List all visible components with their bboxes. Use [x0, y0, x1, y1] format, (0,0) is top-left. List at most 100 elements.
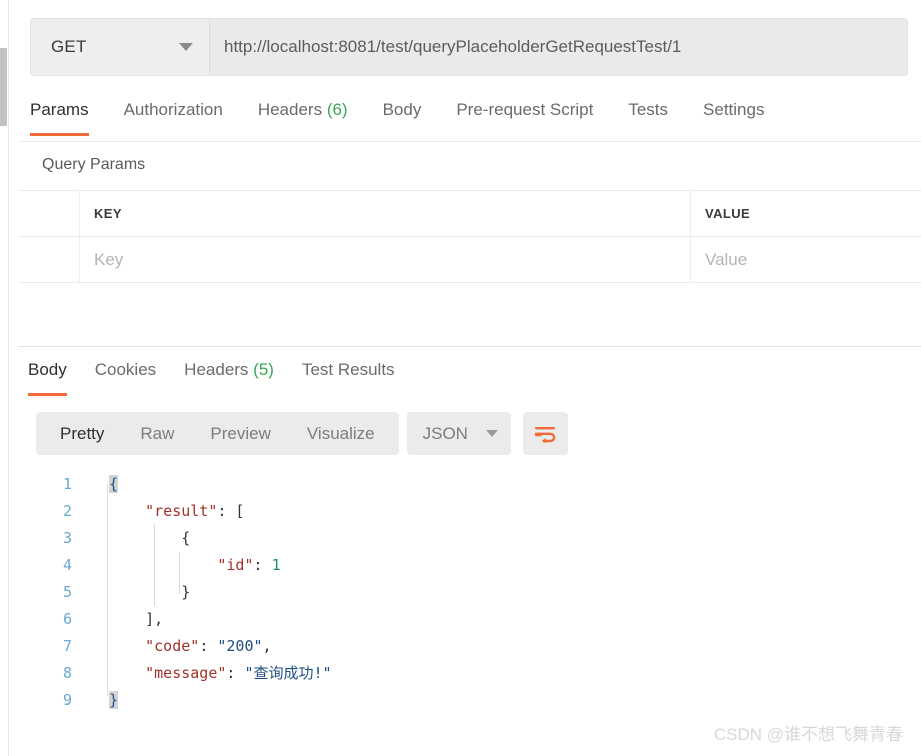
- header-value-cell: VALUE: [691, 191, 921, 236]
- tab-pre-request-script-label: Pre-request Script: [456, 100, 594, 119]
- word-wrap-button[interactable]: [522, 412, 568, 455]
- response-tab-test-results[interactable]: Test Results: [302, 358, 395, 396]
- line-number: 5: [62, 582, 72, 601]
- code-line-text: "message": "查询成功!": [86, 662, 332, 683]
- tab-params-label: Params: [30, 100, 89, 119]
- tab-params[interactable]: Params: [30, 98, 89, 136]
- json-punct: {: [181, 528, 191, 547]
- response-tab-headers[interactable]: Headers (5): [184, 358, 274, 396]
- code-line-text: "code": "200",: [86, 636, 272, 655]
- request-tab-bar: Params Authorization Headers (6) Body Pr…: [30, 98, 921, 142]
- param-value-input[interactable]: Value: [691, 237, 921, 282]
- tab-headers[interactable]: Headers (6): [258, 98, 348, 136]
- code-line-text: "id": 1: [86, 555, 281, 574]
- response-tab-body-label: Body: [28, 360, 67, 379]
- code-line-text: ],: [86, 610, 163, 628]
- params-spacer: [18, 285, 921, 345]
- column-header-key: KEY: [94, 206, 122, 221]
- code-line-text: "result": [: [86, 502, 244, 520]
- header-key-cell: KEY: [80, 191, 691, 236]
- tab-settings[interactable]: Settings: [703, 98, 764, 136]
- line-number: 7: [62, 636, 72, 655]
- param-value-placeholder: Value: [705, 249, 748, 269]
- response-tab-test-results-label: Test Results: [301, 360, 395, 379]
- tab-settings-label: Settings: [703, 100, 765, 119]
- table-header-row: KEY VALUE: [18, 190, 921, 236]
- tab-pre-request-script[interactable]: Pre-request Script: [456, 98, 593, 136]
- word-wrap-icon: [534, 426, 556, 443]
- code-line-text: }: [86, 583, 190, 601]
- response-section-divider: [18, 346, 921, 347]
- response-language-label: JSON: [422, 423, 468, 443]
- response-body-code-viewer[interactable]: 1 { 2 "result": [ 3 { 4 "id": 1 5 } 6 ],: [36, 470, 916, 713]
- json-punct: :: [199, 636, 218, 655]
- http-method-select[interactable]: GET: [30, 18, 210, 76]
- code-line: 8 "message": "查询成功!": [36, 659, 916, 686]
- json-string: "查询成功!": [244, 664, 332, 682]
- param-key-input[interactable]: Key: [80, 237, 691, 282]
- table-row[interactable]: Key Value: [18, 236, 921, 283]
- line-number: 6: [62, 609, 72, 628]
- header-checkbox-cell: [18, 191, 80, 236]
- format-visualize-button[interactable]: Visualize: [289, 424, 393, 444]
- column-header-value: VALUE: [705, 206, 751, 221]
- format-pretty-button[interactable]: Pretty: [42, 424, 122, 444]
- response-format-toolbar: Pretty Raw Preview Visualize JSON: [36, 412, 568, 455]
- json-key: "result": [145, 501, 218, 520]
- tab-body[interactable]: Body: [383, 98, 422, 136]
- format-raw-button[interactable]: Raw: [122, 424, 192, 444]
- json-punct: }: [181, 582, 191, 601]
- code-line: 1 {: [36, 470, 916, 497]
- code-line: 3 {: [36, 524, 916, 551]
- watermark: CSDN @谁不想飞舞青春: [713, 725, 903, 744]
- code-line: 2 "result": [: [36, 497, 916, 524]
- param-key-placeholder: Key: [94, 249, 124, 269]
- response-tab-body[interactable]: Body: [28, 358, 67, 396]
- tab-tests-label: Tests: [628, 100, 669, 119]
- json-punct: :: [226, 664, 245, 682]
- tab-headers-count: (6): [326, 100, 348, 119]
- code-line: 7 "code": "200",: [36, 632, 916, 659]
- json-key: "id": [217, 555, 254, 574]
- json-punct: ,: [262, 636, 272, 655]
- tab-authorization-label: Authorization: [123, 100, 223, 119]
- json-number: 1: [271, 555, 281, 574]
- line-number: 1: [62, 474, 72, 493]
- query-params-table: KEY VALUE Key Value: [18, 190, 921, 283]
- response-tab-headers-count: (5): [253, 360, 274, 379]
- code-line-text: {: [86, 474, 119, 493]
- code-line-text: {: [86, 529, 190, 547]
- response-tab-cookies-label: Cookies: [94, 360, 157, 379]
- indent-guide: [107, 484, 108, 696]
- request-tab-bar-divider: [18, 141, 921, 142]
- vertical-scrollbar-track[interactable]: [0, 0, 8, 756]
- tab-authorization[interactable]: Authorization: [124, 98, 223, 136]
- vertical-scrollbar-thumb[interactable]: [0, 48, 7, 126]
- json-key: "message": [145, 664, 227, 682]
- json-open-brace: {: [109, 474, 119, 493]
- request-url-input[interactable]: http://localhost:8081/test/queryPlacehol…: [210, 18, 908, 76]
- response-tab-headers-label: Headers: [184, 360, 249, 379]
- tab-body-label: Body: [382, 100, 422, 119]
- tab-headers-label: Headers: [257, 100, 323, 119]
- row-checkbox-cell[interactable]: [18, 237, 80, 282]
- request-url-value: http://localhost:8081/test/queryPlacehol…: [224, 37, 682, 56]
- response-tab-bar: Body Cookies Headers (5) Test Results: [28, 358, 423, 396]
- json-punct: : [: [217, 501, 245, 520]
- line-number: 2: [62, 501, 72, 520]
- indent-guide: [179, 552, 180, 594]
- line-number: 4: [62, 555, 72, 574]
- line-number: 3: [62, 528, 72, 547]
- format-preview-button[interactable]: Preview: [192, 424, 288, 444]
- http-method-label: GET: [51, 37, 87, 56]
- main-panel: GET http://localhost:8081/test/queryPlac…: [9, 0, 921, 756]
- indent-guide: [154, 524, 155, 606]
- response-tab-cookies[interactable]: Cookies: [95, 358, 156, 396]
- line-number: 8: [62, 663, 72, 682]
- left-rail: [0, 0, 8, 756]
- code-line: 5 }: [36, 578, 916, 605]
- response-language-select[interactable]: JSON: [406, 412, 511, 455]
- tab-tests[interactable]: Tests: [628, 98, 668, 136]
- json-string: "200": [217, 636, 263, 655]
- format-mode-group: Pretty Raw Preview Visualize: [36, 412, 399, 455]
